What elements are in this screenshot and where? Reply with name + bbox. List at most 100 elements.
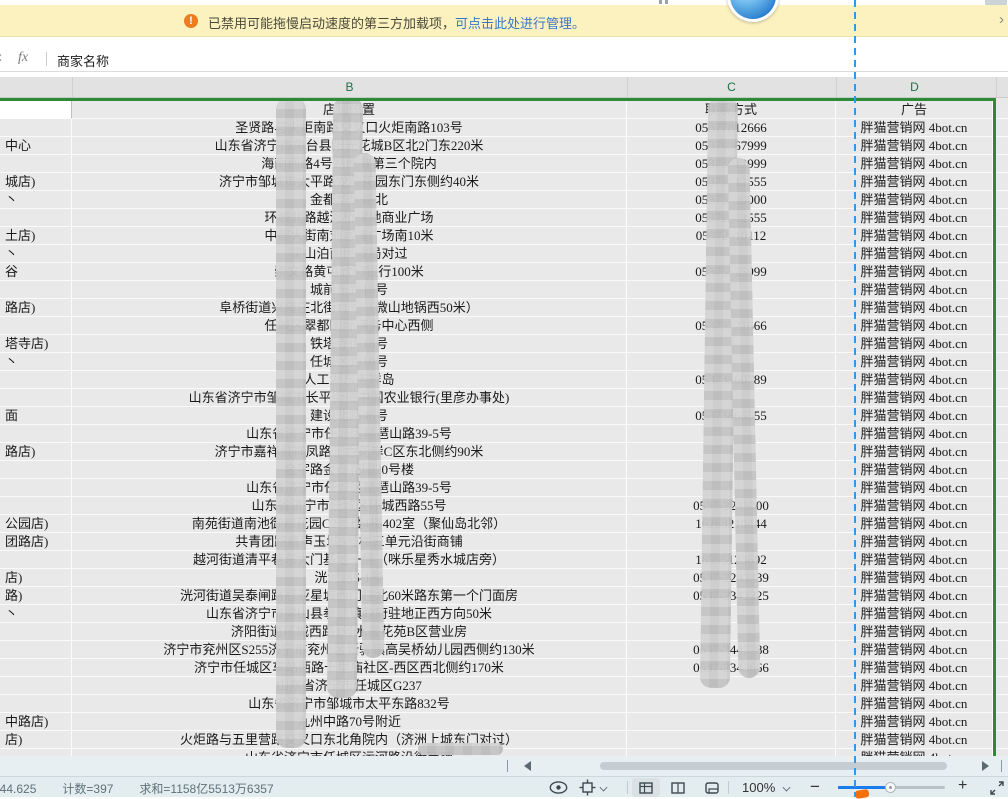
cell-ad[interactable]: 胖猫营销网 4bot.cn xyxy=(836,209,993,227)
scroll-thumb[interactable] xyxy=(600,762,947,770)
cell-ad[interactable]: 胖猫营销网 4bot.cn xyxy=(836,227,993,245)
cell-ad[interactable]: 胖猫营销网 4bot.cn xyxy=(836,623,993,641)
cell-ad[interactable]: 胖猫营销网 4bot.cn xyxy=(836,695,993,713)
cell-ad[interactable]: 胖猫营销网 4bot.cn xyxy=(836,533,993,551)
cell-ad[interactable]: 胖猫营销网 4bot.cn xyxy=(836,353,993,371)
zoom-in-button[interactable]: + xyxy=(958,777,967,795)
cell-ad[interactable]: 胖猫营销网 4bot.cn xyxy=(836,173,993,191)
column-header-c[interactable]: C xyxy=(627,80,836,94)
cell-merchant-fragment[interactable] xyxy=(0,209,72,227)
cell-merchant-fragment[interactable]: 店) xyxy=(0,569,72,587)
cell-ad[interactable]: 胖猫营销网 4bot.cn xyxy=(836,371,993,389)
cell-merchant-fragment[interactable] xyxy=(0,695,72,713)
cell-merchant-fragment[interactable]: 谷 xyxy=(0,263,72,281)
cell-merchant-fragment[interactable]: 城店) xyxy=(0,173,72,191)
notification-collapse-icon[interactable]: › xyxy=(999,11,1004,28)
cell-ad[interactable]: 胖猫营销网 4bot.cn xyxy=(836,677,993,695)
cell-contact[interactable] xyxy=(627,605,836,623)
zoom-level[interactable]: 100% xyxy=(742,780,775,795)
view-mode-page-button[interactable] xyxy=(698,778,726,797)
cell-merchant-fragment[interactable]: 丶 xyxy=(0,191,72,209)
cell-ad[interactable]: 胖猫营销网 4bot.cn xyxy=(836,659,993,677)
cell-merchant-fragment[interactable]: 丶 xyxy=(0,245,72,263)
cell-ad[interactable]: 胖猫营销网 4bot.cn xyxy=(836,749,993,756)
cell-store-location[interactable]: 山东省济宁市任城区运河路沿街商铺 xyxy=(72,749,627,756)
cell-store-location[interactable]: 火炬路与五里营路交叉口东北角院内（济洲上城东门对过） xyxy=(72,731,627,749)
cell-merchant-fragment[interactable]: 丶 xyxy=(0,605,72,623)
cell-ad[interactable]: 胖猫营销网 4bot.cn xyxy=(836,713,993,731)
column-header-d[interactable]: D xyxy=(836,80,993,94)
cell-contact[interactable]: 0537-3447788 xyxy=(627,641,836,659)
cell-ad[interactable]: 胖猫营销网 4bot.cn xyxy=(836,515,993,533)
cell-merchant-fragment[interactable]: 路) xyxy=(0,587,72,605)
formula-input[interactable]: 商家名称 xyxy=(57,51,109,70)
cell-merchant-fragment[interactable]: 中心 xyxy=(0,137,72,155)
cell-merchant-fragment[interactable]: 店) xyxy=(0,731,72,749)
cell-ad[interactable]: 胖猫营销网 4bot.cn xyxy=(836,299,993,317)
cell-ad[interactable]: 胖猫营销网 4bot.cn xyxy=(836,443,993,461)
cell-merchant-fragment[interactable] xyxy=(0,119,72,137)
cell-merchant-fragment[interactable] xyxy=(0,497,72,515)
cell-ad[interactable]: 胖猫营销网 4bot.cn xyxy=(836,425,993,443)
cell-merchant-fragment[interactable]: 面 xyxy=(0,407,72,425)
cell-ad[interactable]: 胖猫营销网 4bot.cn xyxy=(836,551,993,569)
fx-icon[interactable]: fx xyxy=(18,50,28,66)
cell-merchant-fragment[interactable] xyxy=(0,623,72,641)
cell-contact[interactable] xyxy=(627,677,836,695)
cell-ad[interactable]: 胖猫营销网 4bot.cn xyxy=(836,191,993,209)
cell-contact[interactable]: 0537-2342225 xyxy=(627,587,836,605)
cell-ad[interactable]: 胖猫营销网 4bot.cn xyxy=(836,407,993,425)
view-mode-split-button[interactable] xyxy=(664,778,692,797)
cell-contact[interactable]: 0537-2343666 xyxy=(627,659,836,677)
cancel-icon[interactable]: ✕ xyxy=(0,51,3,65)
roam-icon[interactable] xyxy=(578,777,596,798)
cell-ad[interactable]: 胖猫营销网 4bot.cn xyxy=(836,389,993,407)
cell-merchant-fragment[interactable] xyxy=(0,371,72,389)
cell-merchant-fragment[interactable]: 路店) xyxy=(0,299,72,317)
cell-merchant-fragment[interactable]: 土店) xyxy=(0,227,72,245)
cell-ad[interactable]: 胖猫营销网 4bot.cn xyxy=(836,497,993,515)
eye-icon[interactable] xyxy=(547,777,569,798)
cell-ad[interactable]: 胖猫营销网 4bot.cn xyxy=(836,245,993,263)
cell-ad[interactable]: 胖猫营销网 4bot.cn xyxy=(836,335,993,353)
cell-merchant-fragment[interactable] xyxy=(0,479,72,497)
cell-merchant-fragment[interactable] xyxy=(0,317,72,335)
cell-merchant-fragment[interactable]: 丶 xyxy=(0,353,72,371)
cell-ad[interactable]: 胖猫营销网 4bot.cn xyxy=(836,587,993,605)
cell-ad[interactable]: 胖猫营销网 4bot.cn xyxy=(836,641,993,659)
cell-ad[interactable]: 广告 xyxy=(836,101,993,119)
cell-contact[interactable] xyxy=(627,713,836,731)
cell-merchant-fragment[interactable] xyxy=(0,677,72,695)
cell-ad[interactable]: 胖猫营销网 4bot.cn xyxy=(836,281,993,299)
cell-ad[interactable]: 胖猫营销网 4bot.cn xyxy=(836,461,993,479)
horizontal-scrollbar[interactable] xyxy=(0,756,1008,776)
cell-ad[interactable]: 胖猫营销网 4bot.cn xyxy=(836,119,993,137)
cell-merchant-fragment[interactable]: 路店) xyxy=(0,443,72,461)
cell-merchant-fragment[interactable]: 团路店) xyxy=(0,533,72,551)
cell-merchant-fragment[interactable] xyxy=(0,155,72,173)
cell-ad[interactable]: 胖猫营销网 4bot.cn xyxy=(836,479,993,497)
column-header-b[interactable]: B xyxy=(72,80,627,94)
cell-merchant-fragment[interactable] xyxy=(0,749,72,756)
cell-ad[interactable]: 胖猫营销网 4bot.cn xyxy=(836,155,993,173)
scroll-right-arrow[interactable] xyxy=(982,761,989,771)
cell-contact[interactable] xyxy=(627,623,836,641)
cell-merchant-fragment[interactable] xyxy=(0,425,72,443)
cell-ad[interactable]: 胖猫营销网 4bot.cn xyxy=(836,317,993,335)
cell-store-location[interactable]: 山东省济宁市邹城市太平东路832号 xyxy=(72,695,627,713)
cell-merchant-fragment[interactable]: 塔寺店) xyxy=(0,335,72,353)
cell-merchant-fragment[interactable] xyxy=(0,461,72,479)
cell-merchant-fragment[interactable] xyxy=(0,551,72,569)
zoom-out-button[interactable]: − xyxy=(810,777,820,797)
cell-merchant-fragment[interactable]: 中路店) xyxy=(0,713,72,731)
cell-ad[interactable]: 胖猫营销网 4bot.cn xyxy=(836,137,993,155)
cell-contact[interactable] xyxy=(627,731,836,749)
cell-merchant-fragment[interactable] xyxy=(0,659,72,677)
zoom-slider-thumb[interactable] xyxy=(885,782,896,793)
cell-ad[interactable]: 胖猫营销网 4bot.cn xyxy=(836,569,993,587)
roam-caret-icon[interactable] xyxy=(600,784,607,791)
cell-contact[interactable] xyxy=(627,749,836,756)
view-mode-normal-button[interactable] xyxy=(632,778,660,797)
notification-manage-link[interactable]: 可点击此处进行管理。 xyxy=(455,16,585,31)
cell-merchant-fragment[interactable] xyxy=(0,641,72,659)
